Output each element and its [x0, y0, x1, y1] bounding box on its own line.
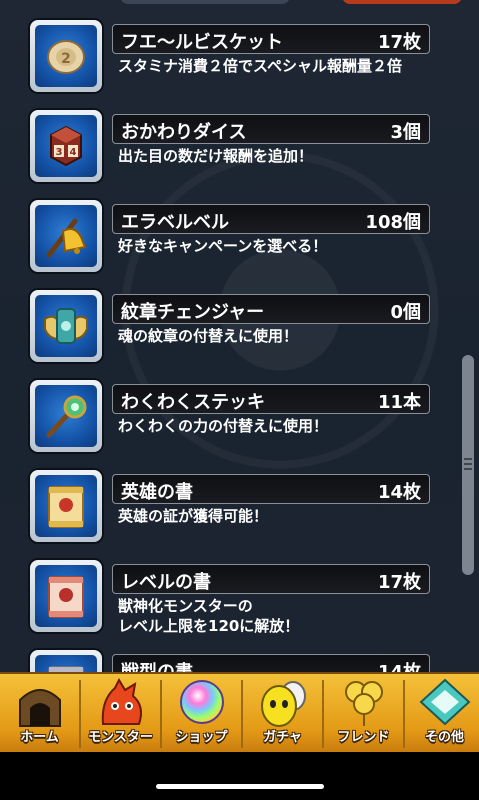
list-item[interactable]: わくわくステッキ 11本 わくわくの力の付替えに使用！ [0, 372, 440, 462]
svg-text:3: 3 [56, 147, 63, 158]
home-icon [19, 689, 61, 727]
nav-label: ホーム [20, 730, 59, 745]
system-area [0, 752, 479, 800]
top-tab-right[interactable] [342, 0, 462, 4]
item-name: 紋章チェンジャー [121, 302, 265, 323]
nav-home[interactable]: ホーム [0, 674, 79, 754]
nav-label: ショップ [175, 730, 228, 745]
top-tab-left[interactable] [120, 0, 290, 4]
item-description: わくわくの力の付替えに使用！ [118, 417, 329, 435]
item-quantity: 14枚 [377, 482, 421, 503]
bell-icon [46, 218, 87, 258]
item-description: 魂の紋章の付替えに使用！ [118, 327, 299, 345]
item-list: 2 フエ～ルビスケット 17枚 スタミナ消費２倍でスペシャル報酬量２倍 3 4 … [0, 10, 479, 675]
scrollbar-grip[interactable] [464, 455, 472, 471]
list-item[interactable]: 英雄の書 14枚 英雄の証が獲得可能！ [0, 462, 440, 552]
item-quantity: 108個 [365, 212, 421, 233]
item-name-bar: フエ～ルビスケット 17枚 [112, 24, 430, 54]
nav-gacha[interactable]: ガチャ [243, 674, 322, 754]
item-icon-frame: 2 [30, 20, 102, 92]
nav-label: フレンド [337, 730, 390, 745]
item-quantity: 3個 [390, 122, 421, 143]
list-item[interactable]: 2 フエ～ルビスケット 17枚 スタミナ消費２倍でスペシャル報酬量２倍 [0, 12, 440, 102]
nav-other[interactable]: その他 [405, 674, 479, 754]
item-description: スタミナ消費２倍でスペシャル報酬量２倍 [118, 57, 402, 75]
item-name: エラベルベル [121, 212, 229, 233]
monster-icon [101, 678, 142, 725]
item-description: 好きなキャンペーンを選べる！ [118, 237, 328, 255]
wand-icon [46, 395, 87, 438]
friend-balloon-icon [345, 681, 383, 726]
list-item[interactable]: 紋章チェンジャー 0個 魂の紋章の付替えに使用！ [0, 282, 440, 372]
svg-text:4: 4 [70, 147, 77, 158]
biscuit-icon: 2 [47, 40, 85, 74]
top-tabs [0, 0, 479, 6]
item-name: おかわりダイス [121, 122, 247, 143]
item-name: レベルの書 [121, 572, 211, 593]
item-icon-frame: 3 4 [30, 110, 102, 182]
shop-orb-icon [180, 680, 224, 724]
item-icon-frame [30, 290, 102, 362]
gacha-egg-icon [261, 681, 306, 727]
item-icon-frame [30, 470, 102, 542]
item-icon-frame [30, 560, 102, 632]
item-description: 出た目の数だけ報酬を追加！ [118, 147, 314, 165]
list-item[interactable]: レベルの書 17枚 獣神化モンスターの レベル上限を120に解放！ [0, 552, 440, 642]
item-description: 獣神化モンスターの レベル上限を120に解放！ [118, 597, 300, 635]
other-icon [419, 678, 471, 726]
item-name-bar: レベルの書 17枚 [112, 564, 430, 594]
nav-friend[interactable]: フレンド [324, 674, 403, 754]
emblem-changer-icon [44, 308, 88, 344]
item-quantity: 0個 [390, 302, 421, 323]
nav-shop[interactable]: ショップ [162, 674, 241, 754]
item-name: 英雄の書 [121, 482, 193, 503]
item-name-bar: 英雄の書 14枚 [112, 474, 430, 504]
nav-monster[interactable]: モンスター [81, 674, 160, 754]
level-book-icon [48, 576, 84, 618]
item-quantity: 17枚 [377, 572, 421, 593]
item-name-bar: 紋章チェンジャー 0個 [112, 294, 430, 324]
list-item[interactable]: 戦型の書 14枚 [0, 642, 440, 675]
item-quantity: 17枚 [377, 32, 421, 53]
dice-icon: 3 4 [50, 125, 82, 167]
item-name-bar: わくわくステッキ 11本 [112, 384, 430, 414]
item-quantity: 11本 [377, 392, 421, 413]
nav-label: モンスター [88, 730, 153, 745]
item-icon-frame [30, 200, 102, 272]
scrollbar[interactable] [462, 355, 474, 575]
hero-book-icon [48, 486, 84, 528]
item-name: フエ～ルビスケット [121, 32, 283, 53]
nav-label: その他 [424, 730, 464, 745]
item-name: わくわくステッキ [121, 392, 265, 413]
nav-label: ガチャ [263, 730, 302, 745]
item-icon-frame [30, 380, 102, 452]
item-name-bar: おかわりダイス 3個 [112, 114, 430, 144]
list-item[interactable]: エラベルベル 108個 好きなキャンペーンを選べる！ [0, 192, 440, 282]
item-description: 英雄の証が獲得可能！ [118, 507, 269, 525]
bottom-nav: ホーム モンスター ショップ ガチャ フレンド その他 [0, 672, 479, 754]
svg-text:2: 2 [61, 51, 71, 67]
list-item[interactable]: 3 4 おかわりダイス 3個 出た目の数だけ報酬を追加！ [0, 102, 440, 192]
item-name-bar: エラベルベル 108個 [112, 204, 430, 234]
home-indicator[interactable] [156, 784, 324, 789]
